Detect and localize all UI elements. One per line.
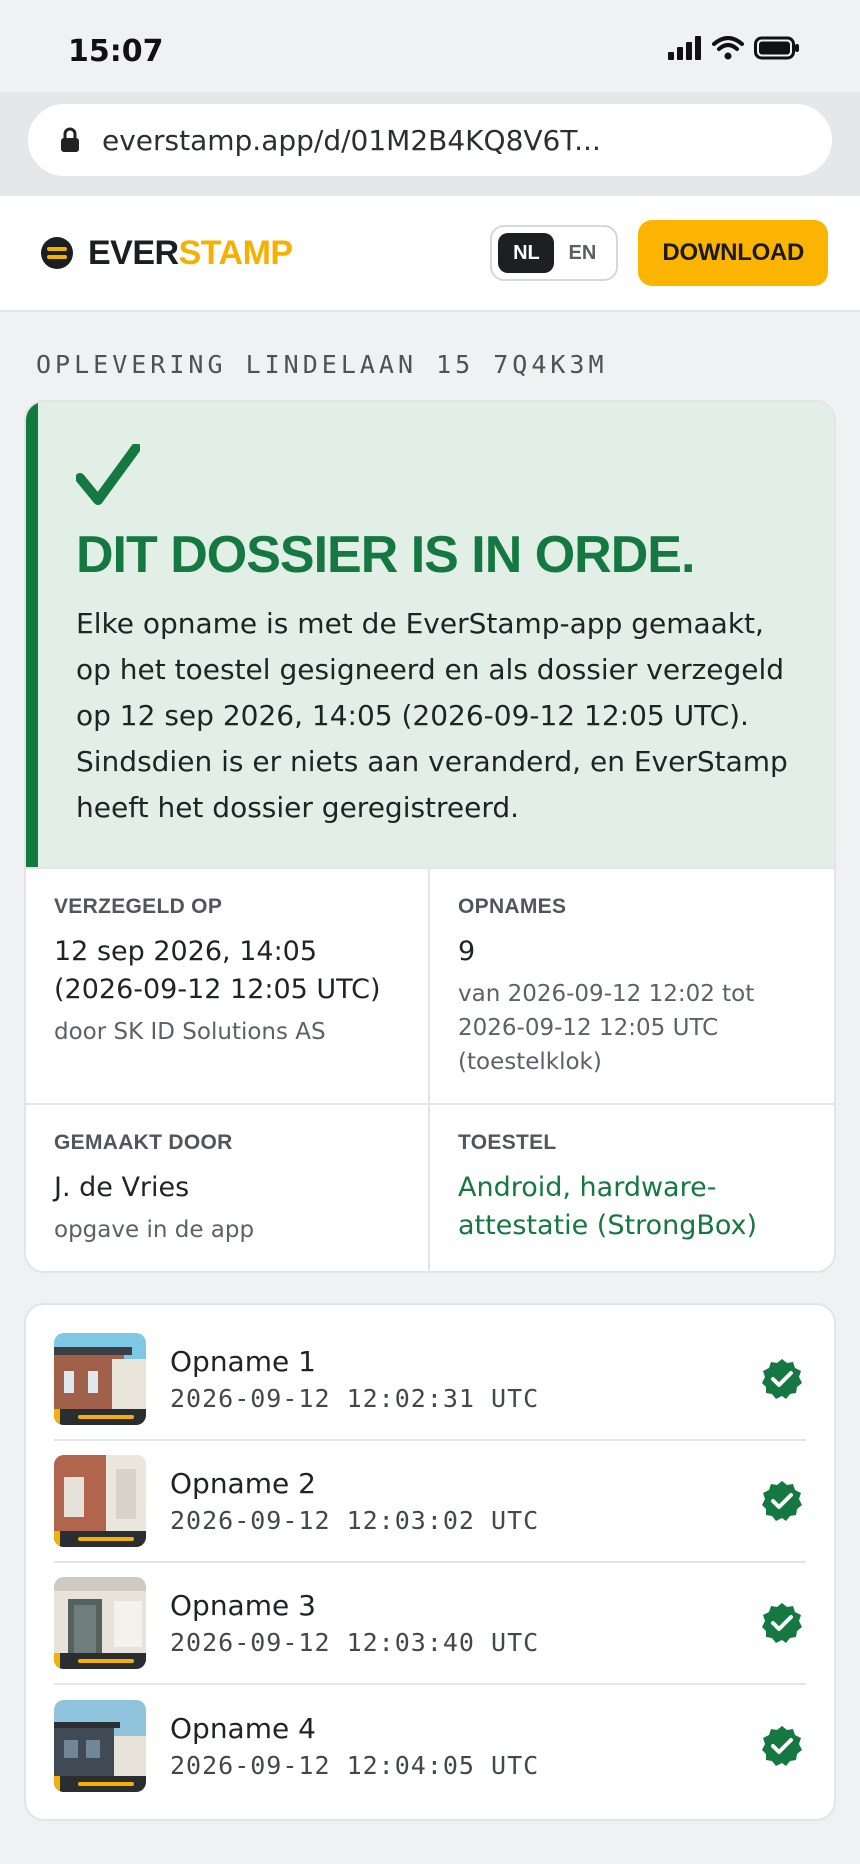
recording-thumbnail xyxy=(54,1577,146,1669)
download-button[interactable]: DOWNLOAD xyxy=(638,220,828,286)
language-toggle: NL EN xyxy=(490,225,619,281)
verified-badge-icon xyxy=(762,1726,802,1766)
status-time: 15:07 xyxy=(68,34,164,69)
browser-url-bar: everstamp.app/d/01M2B4KQ8V6T... xyxy=(0,92,860,196)
verified-badge-icon xyxy=(762,1359,802,1399)
made-by-note: opgave in de app xyxy=(54,1217,255,1243)
sealed-value: 12 sep 2026, 14:05 (2026-09-12 12:05 UTC… xyxy=(54,936,381,1005)
made-by-label: GEMAAKT DOOR xyxy=(54,1131,233,1154)
lang-option-nl[interactable]: NL xyxy=(498,233,555,273)
list-item[interactable]: Opname 2 2026-09-12 12:03:02 UTC xyxy=(54,1441,806,1563)
verdict-body: Elke opname is met de EverStamp-app gema… xyxy=(76,607,788,824)
recordings-label: OPNAMES xyxy=(458,895,567,918)
recording-timestamp: 2026-09-12 12:02:31 UTC xyxy=(170,1384,540,1413)
device-label: TOESTEL xyxy=(458,1131,557,1154)
recording-timestamp: 2026-09-12 12:03:40 UTC xyxy=(170,1628,540,1657)
stamp-logo-icon xyxy=(41,237,73,269)
made-by-cell: GEMAAKT DOOR J. de Vries opgave in de ap… xyxy=(26,1103,430,1271)
everstamp-logo[interactable]: EVERSTAMP xyxy=(40,234,293,273)
checkmark-icon xyxy=(75,443,141,505)
recordings-cell: OPNAMES 9 van 2026-09-12 12:02 tot 2026-… xyxy=(430,867,834,1103)
address-field[interactable]: everstamp.app/d/01M2B4KQ8V6T... xyxy=(28,104,832,176)
signal-icon xyxy=(668,36,701,60)
sealed-cell: VERZEGELD OP 12 sep 2026, 14:05 (2026-09… xyxy=(26,867,430,1103)
recording-timestamp: 2026-09-12 12:04:05 UTC xyxy=(170,1751,540,1780)
recording-name: Opname 3 xyxy=(170,1589,316,1622)
wifi-icon xyxy=(712,36,744,60)
status-icons xyxy=(668,36,800,60)
dossier-card: DIT DOSSIER IS IN ORDE. Elke opname is m… xyxy=(24,400,836,1273)
recording-timestamp: 2026-09-12 12:03:02 UTC xyxy=(170,1506,540,1535)
verified-badge-icon xyxy=(762,1603,802,1643)
verified-badge-icon xyxy=(762,1481,802,1521)
verdict-heading: DIT DOSSIER IS IN ORDE. xyxy=(76,526,695,584)
recording-thumbnail xyxy=(54,1455,146,1547)
verdict-panel: DIT DOSSIER IS IN ORDE. Elke opname is m… xyxy=(26,402,834,867)
lang-option-en[interactable]: EN xyxy=(554,233,610,273)
sealed-note: door SK ID Solutions AS xyxy=(54,1019,326,1045)
recording-name: Opname 1 xyxy=(170,1345,316,1378)
sealed-label: VERZEGELD OP xyxy=(54,895,223,918)
list-item[interactable]: Opname 1 2026-09-12 12:02:31 UTC xyxy=(54,1319,806,1441)
list-item[interactable]: Opname 4 2026-09-12 12:04:05 UTC xyxy=(54,1685,806,1807)
logo-wordmark: EVERSTAMP xyxy=(88,233,293,272)
list-item[interactable]: Opname 3 2026-09-12 12:03:40 UTC xyxy=(54,1563,806,1685)
status-bar: 15:07 xyxy=(0,0,860,92)
device-link[interactable]: Android, hardware-attestatie (StrongBox) xyxy=(458,1169,808,1245)
dossier-title: OPLEVERING LINDELAAN 15 7Q4K3M xyxy=(36,350,608,379)
recording-name: Opname 2 xyxy=(170,1467,316,1500)
recordings-range: van 2026-09-12 12:02 tot 2026-09-12 12:0… xyxy=(458,981,755,1075)
details-grid: VERZEGELD OP 12 sep 2026, 14:05 (2026-09… xyxy=(26,867,834,1271)
url-text: everstamp.app/d/01M2B4KQ8V6T... xyxy=(102,123,601,157)
recordings-list: Opname 1 2026-09-12 12:02:31 UTC Opname … xyxy=(24,1303,836,1821)
recording-name: Opname 4 xyxy=(170,1712,316,1745)
site-header: EVERSTAMP NL EN DOWNLOAD xyxy=(0,196,860,312)
device-cell: TOESTEL Android, hardware-attestatie (St… xyxy=(430,1103,834,1271)
recordings-count: 9 xyxy=(458,936,476,967)
recording-thumbnail xyxy=(54,1700,146,1792)
lock-icon xyxy=(61,127,79,152)
made-by-value: J. de Vries xyxy=(54,1172,190,1203)
recording-thumbnail xyxy=(54,1333,146,1425)
battery-icon xyxy=(754,36,799,60)
